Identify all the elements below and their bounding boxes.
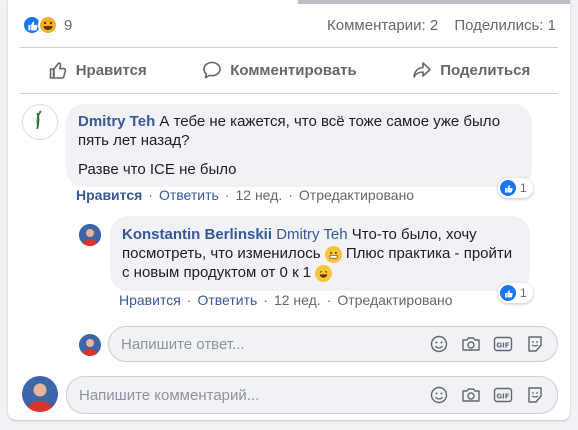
action-bar: Нравится Комментировать Поделиться: [20, 48, 558, 92]
comment-text-1: Dmitry Teh А тебе не кажется, что всё то…: [78, 112, 520, 150]
thumbs-up-icon: [48, 60, 68, 80]
avatar-dmitry[interactable]: [22, 104, 58, 140]
reaction-summary[interactable]: 9: [22, 15, 72, 35]
reply-like-link[interactable]: Нравится: [119, 292, 181, 308]
like-reaction-icon: [500, 285, 516, 301]
reply-input-placeholder: Напишите ответ...: [121, 335, 245, 353]
avatar-konstantin[interactable]: [79, 224, 101, 246]
emoji-icon[interactable]: [429, 385, 449, 405]
reply-reply-link[interactable]: Ответить: [197, 292, 257, 308]
share-button[interactable]: Поделиться: [412, 60, 530, 80]
current-user-avatar: [22, 376, 58, 412]
like-label: Нравится: [75, 61, 147, 79]
comment-time[interactable]: 12 нед.: [235, 187, 282, 203]
sticker-icon[interactable]: [525, 385, 545, 405]
camera-icon[interactable]: [461, 334, 481, 354]
comment-bubble: Dmitry Teh А тебе не кажется, что всё то…: [66, 104, 532, 187]
reply-mention[interactable]: Dmitry Teh: [276, 226, 347, 243]
grinning-emoji-icon: [315, 265, 333, 282]
reply-input[interactable]: Напишите ответ... GIF: [108, 326, 558, 362]
comment-label: Комментировать: [230, 61, 357, 79]
comment-input-placeholder: Напишите комментарий...: [79, 386, 260, 404]
post-card: 9 Комментарии: 2 Поделились: 1 Нравится …: [8, 0, 570, 420]
svg-text:GIF: GIF: [496, 342, 509, 350]
comment-like-link[interactable]: Нравится: [76, 187, 142, 203]
gif-icon[interactable]: GIF: [493, 385, 513, 405]
comment-body-2: Разве что ICE не было: [78, 161, 237, 178]
camera-icon[interactable]: [461, 385, 481, 405]
gif-icon[interactable]: GIF: [493, 334, 513, 354]
reply-reaction-badge[interactable]: 1: [498, 283, 533, 303]
comment-edited[interactable]: Отредактировано: [299, 187, 414, 203]
reply-bubble: Konstantin Berlinskii Dmitry Teh Что-то …: [110, 216, 530, 291]
comment-meta: Нравится · Ответить · 12 нед. · Отредакт…: [76, 187, 415, 203]
comment-button[interactable]: Комментировать: [202, 60, 357, 80]
top-divider: [298, 0, 570, 4]
comment-icon: [202, 60, 222, 80]
comments-count-link[interactable]: Комментарии: 2: [327, 17, 438, 34]
reply-input-tools: GIF: [429, 334, 545, 354]
emoji-icon[interactable]: [429, 334, 449, 354]
svg-text:GIF: GIF: [496, 393, 509, 401]
comment-author[interactable]: Dmitry Teh: [78, 113, 155, 130]
share-label: Поделиться: [440, 61, 531, 79]
current-user-avatar-small: [79, 334, 101, 356]
stats-right: Комментарии: 2 Поделились: 1: [327, 17, 556, 34]
sticker-icon[interactable]: [525, 334, 545, 354]
share-icon: [412, 60, 432, 80]
comment-input[interactable]: Напишите комментарий... GIF: [66, 376, 558, 414]
haha-reaction-icon: [38, 15, 58, 35]
reaction-count: 9: [64, 16, 73, 34]
shares-count-link[interactable]: Поделились: 1: [454, 17, 556, 34]
comment-reaction-badge[interactable]: 1: [498, 178, 533, 198]
like-button[interactable]: Нравится: [48, 60, 147, 80]
comment-reaction-count: 1: [520, 181, 527, 195]
post-stats: 9 Комментарии: 2 Поделились: 1: [22, 12, 556, 38]
grimace-emoji-icon: [324, 246, 342, 263]
reply-author[interactable]: Konstantin Berlinskii: [122, 226, 272, 243]
reply-edited[interactable]: Отредактировано: [337, 292, 452, 308]
comment-reply-link[interactable]: Ответить: [159, 187, 219, 203]
reply-meta: Нравится · Ответить · 12 нед. · Отредакт…: [119, 292, 453, 308]
reply-time[interactable]: 12 нед.: [274, 292, 321, 308]
divider-bottom: [20, 93, 558, 94]
reply-reaction-count: 1: [520, 286, 527, 300]
like-reaction-icon: [500, 180, 516, 196]
comment-input-tools: GIF: [429, 385, 545, 405]
